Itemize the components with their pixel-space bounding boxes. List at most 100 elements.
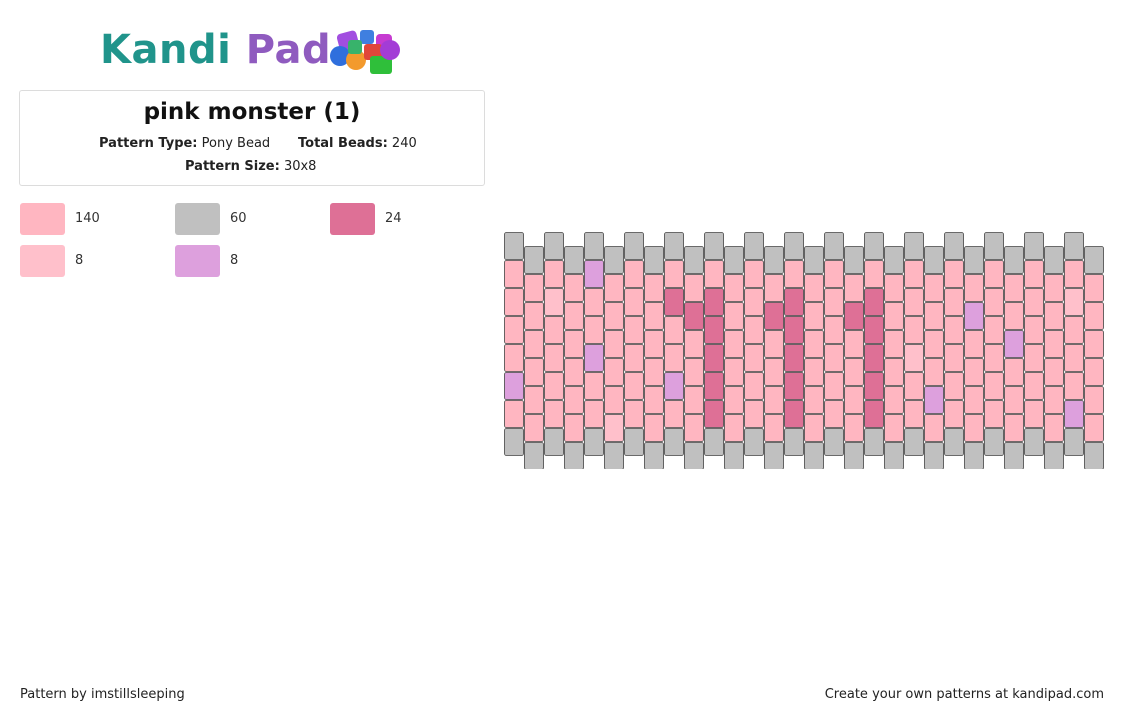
bead[interactable] bbox=[504, 288, 524, 316]
bead[interactable] bbox=[544, 372, 564, 400]
bead[interactable] bbox=[864, 400, 884, 428]
bead[interactable] bbox=[784, 260, 804, 288]
bead[interactable] bbox=[664, 316, 684, 344]
bead[interactable] bbox=[904, 260, 924, 288]
bead[interactable] bbox=[564, 442, 584, 470]
bead[interactable] bbox=[564, 302, 584, 330]
bead[interactable] bbox=[924, 246, 944, 274]
bead[interactable] bbox=[584, 260, 604, 288]
bead[interactable] bbox=[1004, 414, 1024, 442]
bead[interactable] bbox=[804, 442, 824, 470]
bead[interactable] bbox=[1024, 260, 1044, 288]
bead[interactable] bbox=[924, 302, 944, 330]
bead[interactable] bbox=[504, 232, 524, 260]
bead[interactable] bbox=[764, 302, 784, 330]
bead[interactable] bbox=[724, 386, 744, 414]
bead[interactable] bbox=[1004, 358, 1024, 386]
bead[interactable] bbox=[1084, 386, 1104, 414]
bead[interactable] bbox=[984, 316, 1004, 344]
bead[interactable] bbox=[564, 414, 584, 442]
bead[interactable] bbox=[504, 344, 524, 372]
bead[interactable] bbox=[624, 316, 644, 344]
bead[interactable] bbox=[884, 246, 904, 274]
bead[interactable] bbox=[984, 232, 1004, 260]
bead[interactable] bbox=[884, 386, 904, 414]
bead[interactable] bbox=[1084, 442, 1104, 470]
bead[interactable] bbox=[624, 372, 644, 400]
bead[interactable] bbox=[504, 316, 524, 344]
bead[interactable] bbox=[924, 330, 944, 358]
bead[interactable] bbox=[1084, 414, 1104, 442]
bead[interactable] bbox=[524, 246, 544, 274]
bead[interactable] bbox=[1064, 316, 1084, 344]
bead[interactable] bbox=[1084, 246, 1104, 274]
bead[interactable] bbox=[864, 316, 884, 344]
bead[interactable] bbox=[784, 372, 804, 400]
bead[interactable] bbox=[1004, 274, 1024, 302]
bead[interactable] bbox=[784, 288, 804, 316]
bead[interactable] bbox=[884, 442, 904, 470]
bead[interactable] bbox=[944, 428, 964, 456]
bead[interactable] bbox=[704, 260, 724, 288]
bead[interactable] bbox=[564, 274, 584, 302]
bead[interactable] bbox=[824, 400, 844, 428]
bead[interactable] bbox=[604, 358, 624, 386]
bead[interactable] bbox=[564, 246, 584, 274]
bead[interactable] bbox=[864, 232, 884, 260]
bead[interactable] bbox=[964, 246, 984, 274]
bead[interactable] bbox=[544, 428, 564, 456]
create-patterns-link[interactable]: Create your own patterns at kandipad.com bbox=[825, 687, 1104, 702]
bead[interactable] bbox=[704, 372, 724, 400]
bead[interactable] bbox=[1064, 344, 1084, 372]
bead[interactable] bbox=[544, 316, 564, 344]
bead[interactable] bbox=[664, 344, 684, 372]
bead[interactable] bbox=[704, 400, 724, 428]
bead[interactable] bbox=[724, 414, 744, 442]
bead[interactable] bbox=[604, 386, 624, 414]
bead[interactable] bbox=[864, 372, 884, 400]
bead[interactable] bbox=[664, 400, 684, 428]
bead[interactable] bbox=[964, 330, 984, 358]
bead[interactable] bbox=[764, 414, 784, 442]
bead[interactable] bbox=[804, 274, 824, 302]
bead[interactable] bbox=[984, 344, 1004, 372]
bead[interactable] bbox=[824, 344, 844, 372]
bead[interactable] bbox=[844, 414, 864, 442]
bead[interactable] bbox=[664, 260, 684, 288]
bead[interactable] bbox=[944, 260, 964, 288]
bead[interactable] bbox=[884, 358, 904, 386]
bead[interactable] bbox=[924, 358, 944, 386]
bead[interactable] bbox=[964, 386, 984, 414]
bead[interactable] bbox=[584, 232, 604, 260]
bead[interactable] bbox=[564, 386, 584, 414]
bead[interactable] bbox=[1024, 372, 1044, 400]
bead[interactable] bbox=[644, 358, 664, 386]
bead[interactable] bbox=[684, 330, 704, 358]
bead[interactable] bbox=[544, 344, 564, 372]
bead[interactable] bbox=[764, 358, 784, 386]
bead[interactable] bbox=[524, 302, 544, 330]
bead[interactable] bbox=[804, 302, 824, 330]
bead[interactable] bbox=[844, 330, 864, 358]
bead[interactable] bbox=[524, 274, 544, 302]
bead[interactable] bbox=[824, 372, 844, 400]
bead[interactable] bbox=[844, 358, 864, 386]
bead[interactable] bbox=[584, 288, 604, 316]
bead[interactable] bbox=[584, 372, 604, 400]
bead[interactable] bbox=[1004, 302, 1024, 330]
bead[interactable] bbox=[684, 274, 704, 302]
bead[interactable] bbox=[684, 414, 704, 442]
bead[interactable] bbox=[904, 400, 924, 428]
bead[interactable] bbox=[724, 330, 744, 358]
bead[interactable] bbox=[804, 330, 824, 358]
bead[interactable] bbox=[644, 386, 664, 414]
bead[interactable] bbox=[1044, 302, 1064, 330]
bead[interactable] bbox=[984, 428, 1004, 456]
bead[interactable] bbox=[744, 260, 764, 288]
bead[interactable] bbox=[864, 288, 884, 316]
bead[interactable] bbox=[864, 260, 884, 288]
bead[interactable] bbox=[524, 386, 544, 414]
bead[interactable] bbox=[984, 400, 1004, 428]
bead[interactable] bbox=[764, 246, 784, 274]
bead[interactable] bbox=[744, 316, 764, 344]
